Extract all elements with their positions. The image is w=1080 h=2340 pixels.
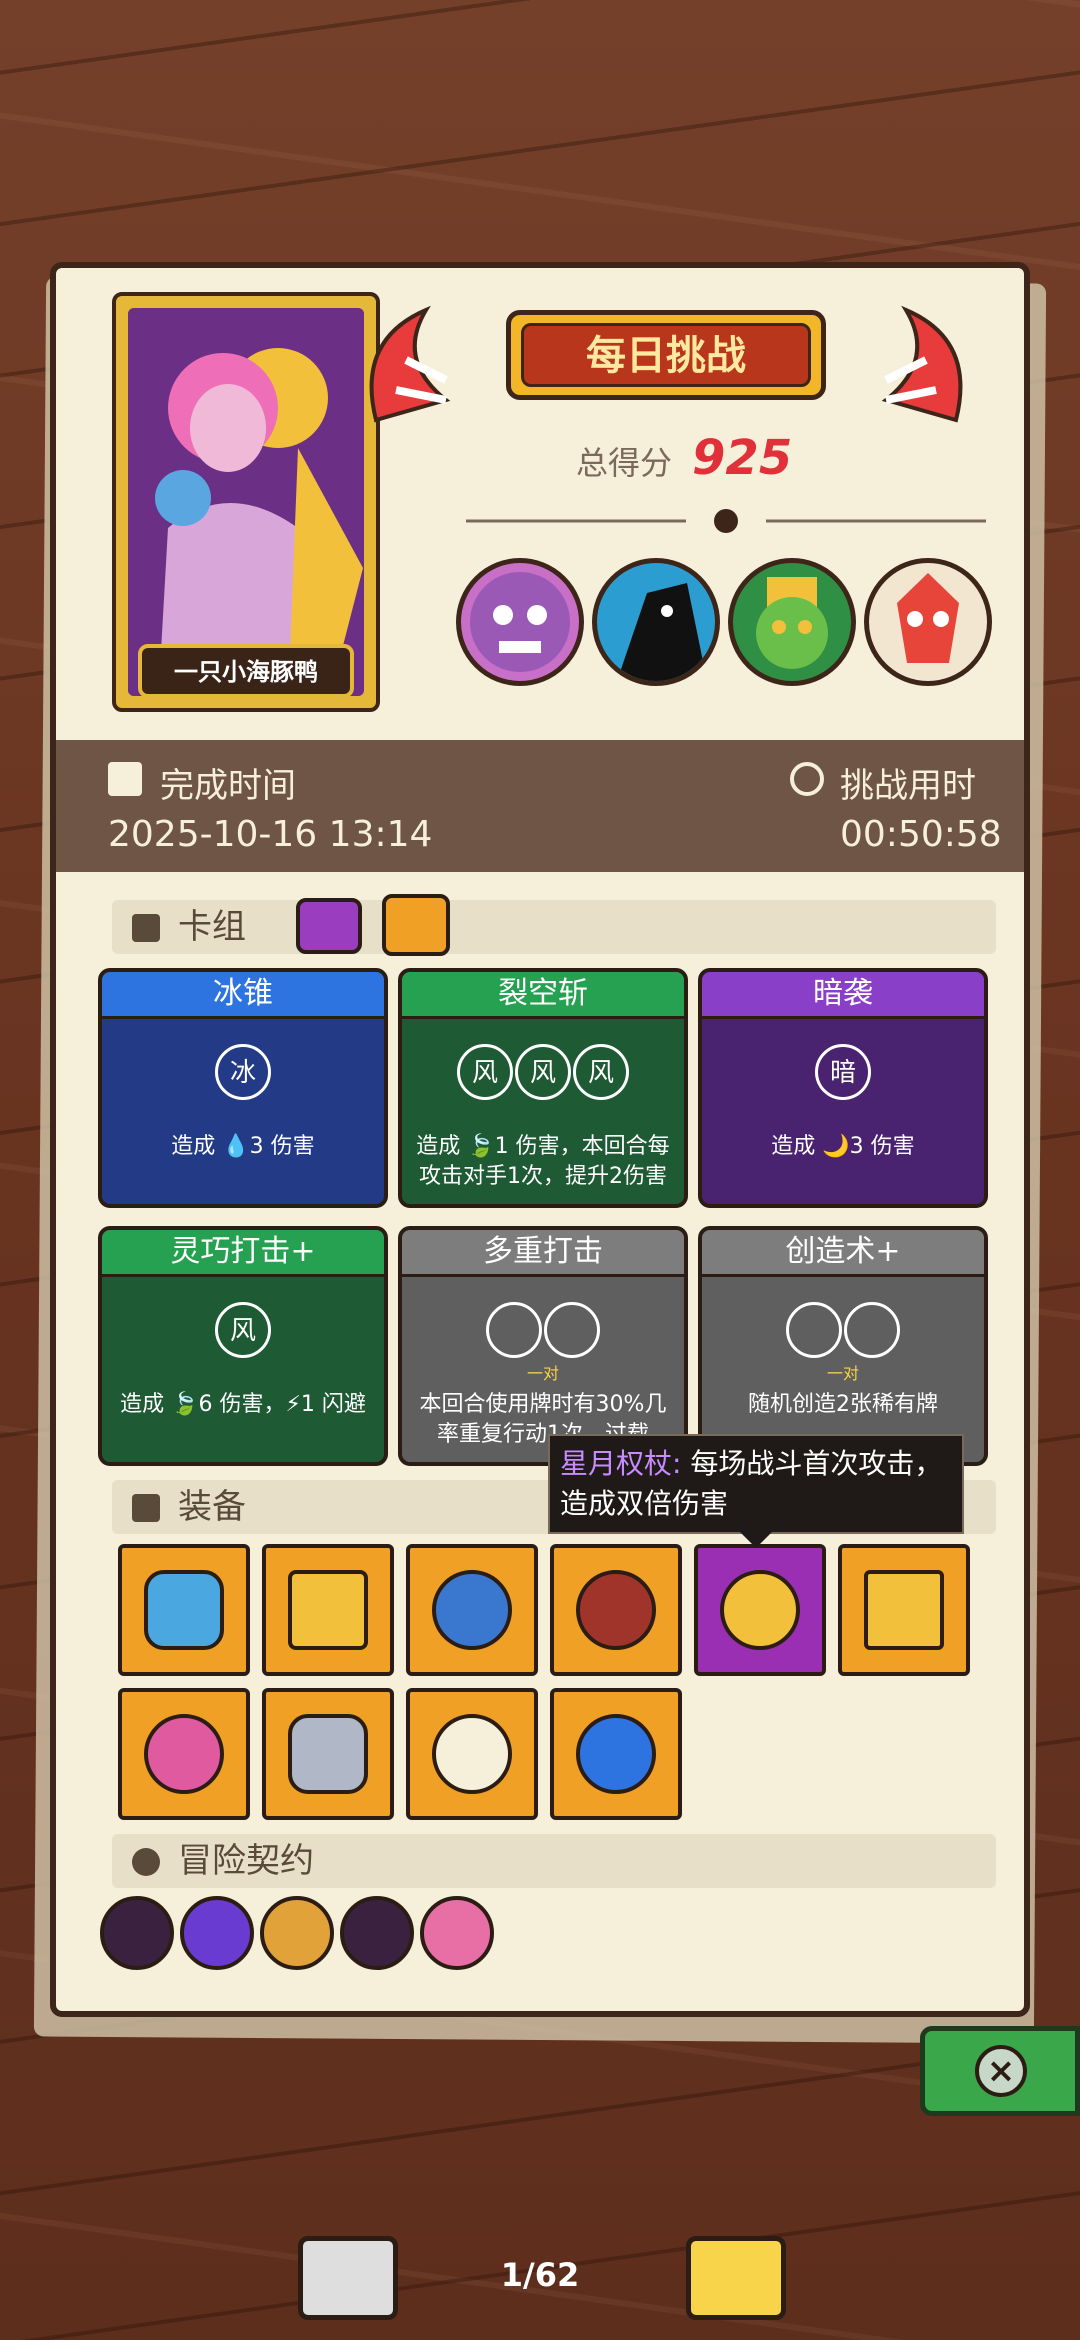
portrait-art xyxy=(128,308,364,696)
contract-icon-5[interactable] xyxy=(420,1896,494,1970)
card-name: 裂空斩 xyxy=(402,972,684,1019)
element-glyph-icon xyxy=(544,1302,600,1358)
completion-value: 2025-10-16 13:14 xyxy=(108,814,433,855)
card-element-glyphs: 暗 xyxy=(702,1044,984,1100)
boss-icon-2[interactable] xyxy=(592,558,720,686)
element-glyph-icon: 风 xyxy=(215,1302,271,1358)
equipment-blue-orb-staff[interactable] xyxy=(550,1688,682,1820)
equipment-blue-stones[interactable] xyxy=(406,1544,538,1676)
card-element-glyphs xyxy=(402,1302,684,1362)
close-icon: × xyxy=(975,2045,1027,2097)
equipment-title: 装备 xyxy=(178,1487,246,1527)
card-description: 随机创造2张稀有牌 xyxy=(748,1392,938,1417)
deck-card[interactable]: 灵巧打击+ 风造成 🍃6 伤害，⚡1 闪避 xyxy=(98,1226,388,1466)
card-description: 造成 💧3 伤害 xyxy=(171,1134,315,1159)
card-subtitle: 一对 xyxy=(826,1364,859,1383)
card-element-glyphs xyxy=(702,1302,984,1362)
card-description: 造成 🍃6 伤害，⚡1 闪避 xyxy=(120,1392,366,1417)
completion-label: 完成时间 xyxy=(160,766,296,806)
cube-icon xyxy=(132,1494,160,1522)
skull-divider xyxy=(466,509,986,533)
element-glyph-icon: 风 xyxy=(573,1044,629,1100)
card-name: 多重打击 xyxy=(402,1230,684,1277)
deck-card[interactable]: 创造术+ 一对随机创造2张稀有牌 xyxy=(698,1226,988,1466)
page-indicator: 1/62 xyxy=(500,2256,580,2294)
contract-icon-4[interactable] xyxy=(340,1896,414,1970)
contract-icon-2[interactable] xyxy=(180,1896,254,1970)
page-title: 每日挑战 xyxy=(521,323,811,387)
prev-page-button[interactable] xyxy=(298,2236,398,2320)
contract-icon-1[interactable] xyxy=(100,1896,174,1970)
card-name: 灵巧打击+ xyxy=(102,1230,384,1277)
character-portrait[interactable]: 一只小海豚鸭 xyxy=(112,292,380,712)
boss-icon-4[interactable] xyxy=(864,558,992,686)
contracts-section-header: 冒险契约 xyxy=(112,1834,996,1888)
equipment-horn[interactable] xyxy=(262,1688,394,1820)
deck-section-header: 卡组 xyxy=(112,900,996,954)
deck-card[interactable]: 多重打击 一对 本回合使用牌时有30%几率重复行动1次，过载 xyxy=(398,1226,688,1466)
boss-icon-3[interactable] xyxy=(728,558,856,686)
contract-icon-3[interactable] xyxy=(260,1896,334,1970)
deck-card[interactable]: 冰锥冰造成 💧3 伤害 xyxy=(98,968,388,1208)
card-description: 造成 🌙3 伤害 xyxy=(771,1134,915,1159)
card-name: 创造术+ xyxy=(702,1230,984,1277)
deck-card[interactable]: 裂空斩风风风造成 🍃1 伤害，本回合每攻击对手1次，提升2伤害 xyxy=(398,968,688,1208)
card-name: 暗袭 xyxy=(702,972,984,1019)
title-banner: 每日挑战 xyxy=(369,300,963,423)
contracts-title: 冒险契约 xyxy=(178,1841,314,1881)
deck-tab-star[interactable] xyxy=(382,894,450,956)
card-subtitle: 一对 xyxy=(526,1364,559,1383)
card-element-glyphs: 风 xyxy=(102,1302,384,1358)
boss-icon-1[interactable] xyxy=(456,558,584,686)
element-glyph-icon: 冰 xyxy=(215,1044,271,1100)
stopwatch-icon xyxy=(790,762,824,796)
time-bar: 完成时间 2025-10-16 13:14 挑战用时 00:50:58 xyxy=(56,740,1024,872)
element-glyph-icon xyxy=(786,1302,842,1358)
element-glyph-icon xyxy=(844,1302,900,1358)
total-score: 总得分 925 xyxy=(576,430,876,490)
element-glyph-icon: 暗 xyxy=(815,1044,871,1100)
card-element-glyphs: 风风风 xyxy=(402,1044,684,1100)
deck-tab-eye[interactable] xyxy=(296,898,362,954)
deck-card[interactable]: 暗袭暗造成 🌙3 伤害 xyxy=(698,968,988,1208)
calendar-icon xyxy=(108,762,142,796)
equipment-golden-cross[interactable] xyxy=(838,1544,970,1676)
element-glyph-icon: 风 xyxy=(457,1044,513,1100)
tooltip-item-name: 星月权杖: xyxy=(560,1447,682,1480)
element-glyph-icon xyxy=(486,1302,542,1358)
card-description: 造成 🍃1 伤害，本回合每攻击对手1次，提升2伤害 xyxy=(416,1134,670,1189)
equipment-tooltip: 星月权杖: 每场战斗首次攻击，造成双倍伤害 xyxy=(548,1434,964,1548)
score-label: 总得分 xyxy=(576,444,673,482)
next-page-button[interactable] xyxy=(686,2236,786,2320)
close-button[interactable]: × xyxy=(920,2026,1080,2116)
equipment-crown[interactable] xyxy=(262,1544,394,1676)
player-name: 一只小海豚鸭 xyxy=(138,644,354,698)
score-value: 925 xyxy=(692,430,793,486)
equipment-shield[interactable] xyxy=(118,1544,250,1676)
equipment-white-disc[interactable] xyxy=(406,1688,538,1820)
card-element-glyphs: 冰 xyxy=(102,1044,384,1100)
deck-title: 卡组 xyxy=(178,907,246,947)
equipment-red-bowl[interactable] xyxy=(550,1544,682,1676)
duration-label: 挑战用时 xyxy=(840,766,976,806)
daily-challenge-panel: 一只小海豚鸭 每日挑战 总得分 925 完成时间 2025-10-16 13:14… xyxy=(50,262,1030,2017)
cards-icon xyxy=(132,914,160,942)
equipment-pink-orb[interactable] xyxy=(118,1688,250,1820)
contract-icon xyxy=(132,1848,160,1876)
duration-value: 00:50:58 xyxy=(840,814,1002,855)
card-name: 冰锥 xyxy=(102,972,384,1019)
equipment-moon-scepter[interactable] xyxy=(694,1544,826,1676)
element-glyph-icon: 风 xyxy=(515,1044,571,1100)
